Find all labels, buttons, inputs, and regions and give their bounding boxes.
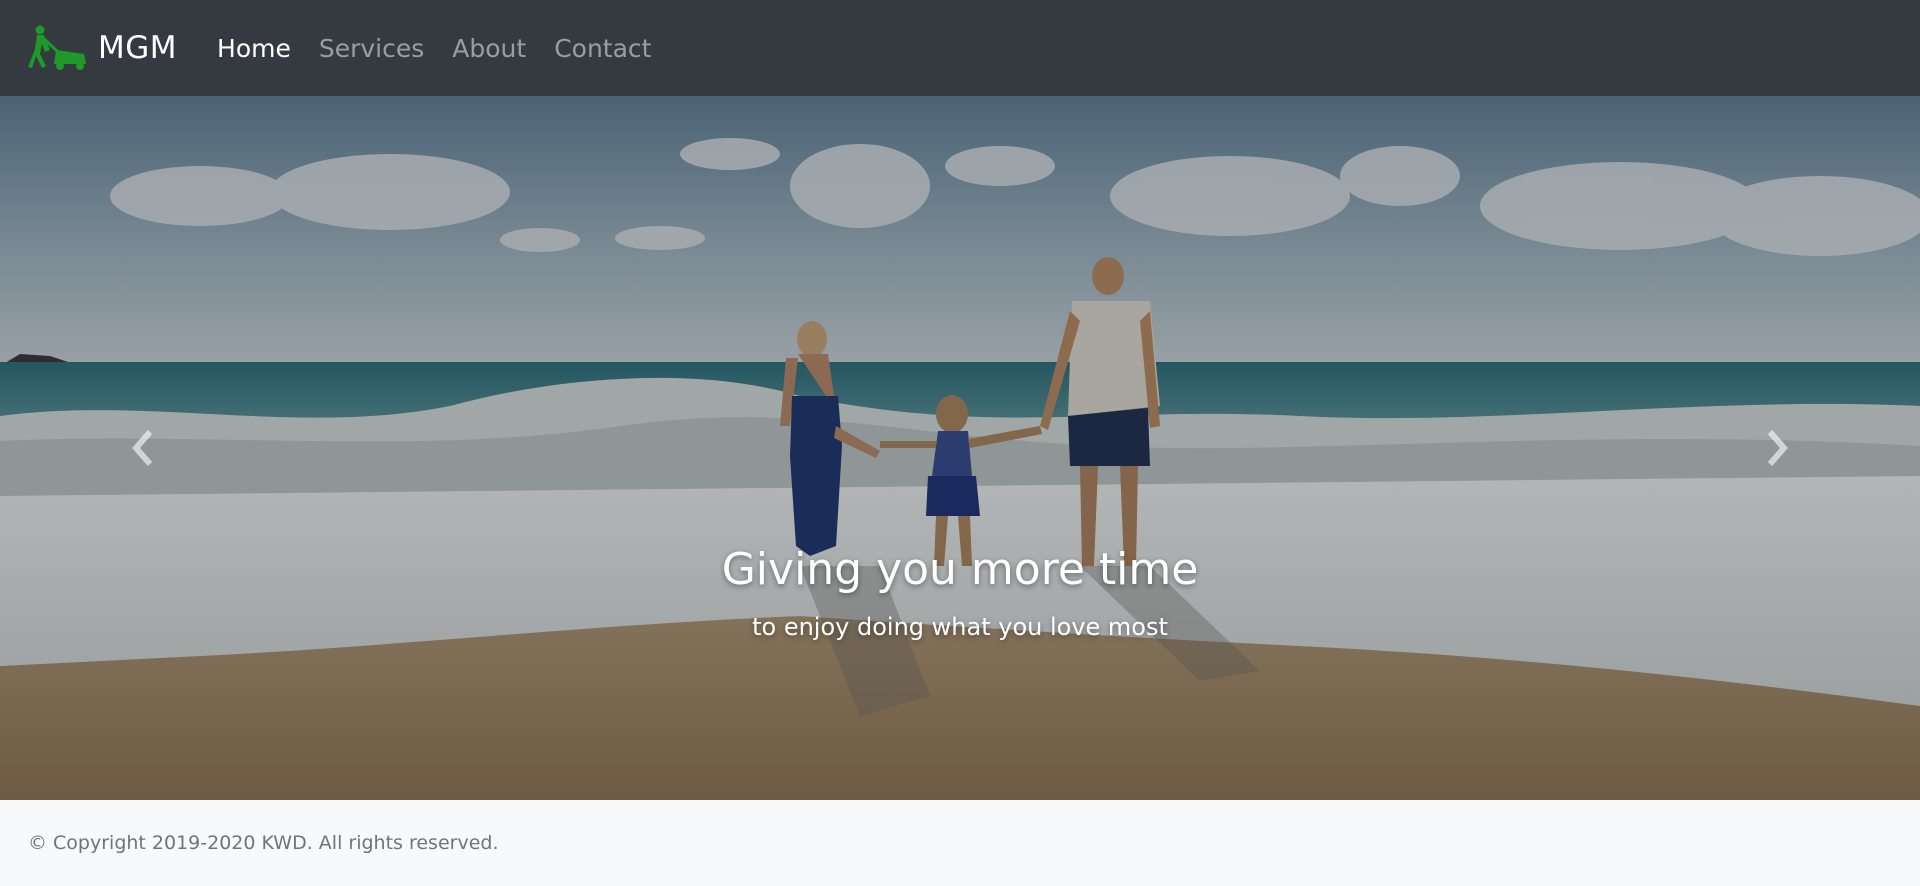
hero-carousel: Giving you more time to enjoy doing what… <box>0 96 1920 800</box>
copyright-text: © Copyright 2019-2020 KWD. All rights re… <box>28 832 499 854</box>
nav-link-services[interactable]: Services <box>319 34 424 63</box>
lawn-mower-icon <box>28 25 86 70</box>
carousel-caption: Giving you more time to enjoy doing what… <box>0 544 1920 641</box>
page-footer: © Copyright 2019-2020 KWD. All rights re… <box>0 800 1920 886</box>
nav-link-contact[interactable]: Contact <box>554 34 651 63</box>
carousel-prev-button[interactable] <box>0 96 288 800</box>
nav-link-home[interactable]: Home <box>217 34 291 63</box>
caption-title: Giving you more time <box>721 544 1199 595</box>
nav-link-about[interactable]: About <box>452 34 526 63</box>
brand-link[interactable]: MGM <box>28 24 177 72</box>
chevron-right-icon <box>1767 430 1788 466</box>
caption-subtitle: to enjoy doing what you love most <box>752 613 1168 641</box>
main-nav: Home Services About Contact <box>217 34 679 63</box>
carousel-next-button[interactable] <box>1632 96 1920 800</box>
brand-name: MGM <box>98 30 178 66</box>
top-navbar: MGM Home Services About Contact <box>0 0 1920 96</box>
chevron-left-icon <box>132 430 153 466</box>
